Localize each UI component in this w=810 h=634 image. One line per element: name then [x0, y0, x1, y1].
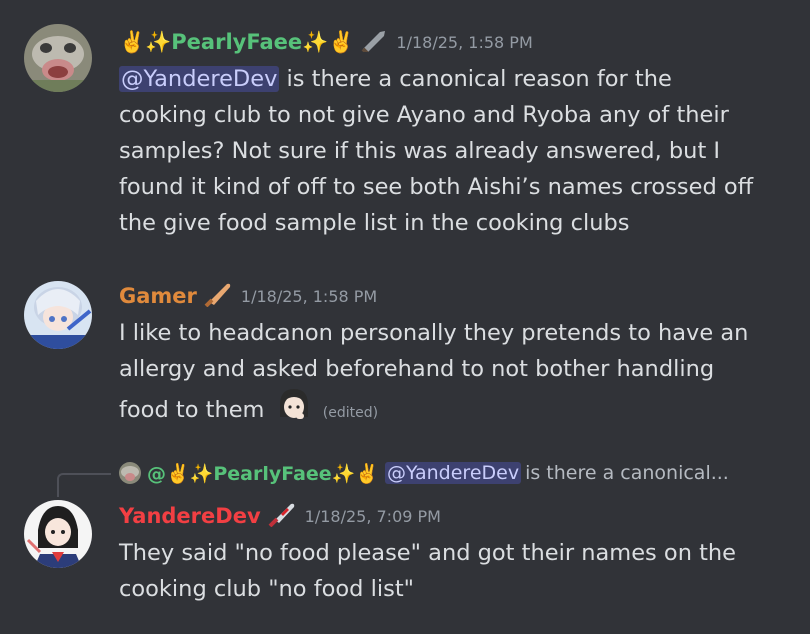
knife-icon [203, 281, 233, 311]
thinking-girl-emoji [276, 387, 312, 434]
sword-icon [360, 28, 388, 56]
avatar-gamer[interactable] [24, 281, 92, 349]
message-text: I like to headcanon personally they pret… [119, 320, 749, 423]
reply-text: is there a canonical... [525, 462, 729, 484]
reply-mention[interactable]: @YandereDev [385, 462, 522, 484]
edited-label: (edited) [322, 405, 379, 421]
username[interactable]: ✌️✨PearlyFaee✨✌️ [119, 30, 354, 55]
avatar-pearlyfaee[interactable] [24, 24, 92, 92]
mention-yanderedev[interactable]: @YandereDev [119, 66, 280, 92]
message-content: They said "no food please" and got their… [119, 535, 759, 607]
reply-avatar [119, 462, 141, 484]
message-content: I like to headcanon personally they pret… [119, 315, 749, 434]
avatar-yanderedev[interactable] [24, 500, 92, 568]
reply-spine [57, 473, 111, 497]
reply-username[interactable]: @✌️✨PearlyFaee✨✌️ [147, 462, 379, 485]
timestamp: 1/18/25, 1:58 PM [240, 286, 378, 306]
reply-preview[interactable]: @✌️✨PearlyFaee✨✌️ @YandereDev is there a… [119, 458, 729, 488]
timestamp: 1/18/25, 7:09 PM [304, 506, 441, 526]
message-text: They said "no food please" and got their… [119, 540, 737, 602]
username[interactable]: Gamer [119, 284, 197, 308]
message-content: @YandereDev is there a canonical reason … [119, 61, 759, 241]
username[interactable]: YandereDev [119, 504, 261, 528]
timestamp: 1/18/25, 1:58 PM [396, 32, 533, 52]
bloody-knife-icon [267, 501, 297, 531]
